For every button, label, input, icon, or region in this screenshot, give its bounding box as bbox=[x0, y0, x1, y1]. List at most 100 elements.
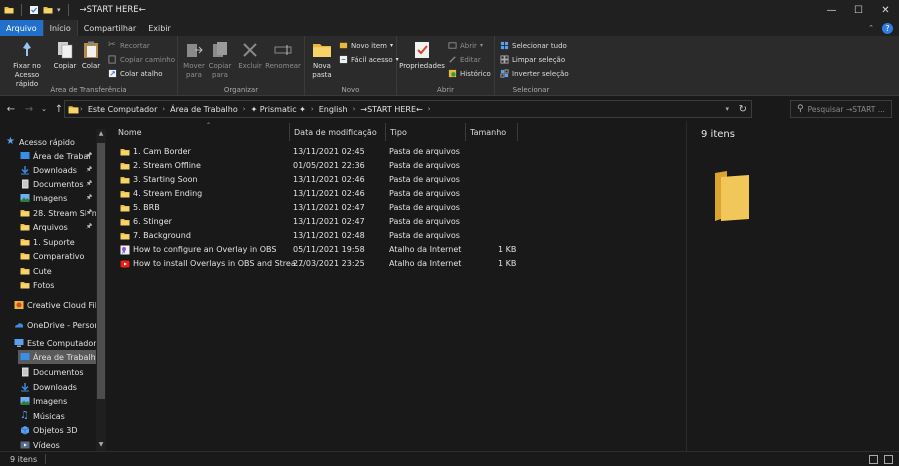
properties-icon[interactable] bbox=[29, 5, 39, 15]
sidebar-item-comparativo[interactable]: Comparativo bbox=[20, 249, 84, 263]
sidebar-item-arquivos[interactable]: Arquivos 🖈 bbox=[20, 220, 96, 234]
sidebar-item-documents-pinned[interactable]: Documentos 🖈 bbox=[20, 177, 96, 191]
table-row[interactable]: 6. Stinger 13/11/2021 02:47 Pasta de arq… bbox=[114, 215, 534, 229]
sidebar-item-videos[interactable]: Vídeos bbox=[20, 438, 60, 451]
file-name: 6. Stinger bbox=[133, 217, 172, 226]
invert-selection-button[interactable]: Inverter seleção bbox=[500, 69, 569, 78]
breadcrumb-start-here[interactable]: →START HERE← bbox=[356, 105, 426, 114]
sidebar-item-3d-objects[interactable]: Objetos 3D bbox=[20, 423, 78, 437]
folder-icon bbox=[4, 5, 14, 15]
file-type: Pasta de arquivos bbox=[389, 231, 460, 240]
recent-locations-button[interactable]: ⌄ bbox=[40, 102, 48, 116]
refresh-icon[interactable]: ↻ bbox=[739, 104, 747, 115]
breadcrumb-desktop[interactable]: Área de Trabalho bbox=[166, 105, 242, 114]
new-folder-icon[interactable] bbox=[43, 5, 53, 15]
desktop-icon bbox=[20, 152, 30, 159]
ribbon-controls: ⌃ ? bbox=[868, 20, 899, 36]
edit-button[interactable]: Editar bbox=[448, 55, 481, 64]
sidebar-item-music[interactable]: ♫ Músicas bbox=[20, 409, 65, 423]
open-label: Abrir bbox=[460, 41, 477, 50]
copy-path-button[interactable]: Copiar caminho bbox=[108, 55, 175, 64]
paste-button[interactable]: Colar bbox=[80, 40, 102, 71]
help-icon[interactable]: ? bbox=[882, 22, 893, 34]
properties-button[interactable]: Propriedades bbox=[399, 40, 445, 71]
sidebar-item-fotos[interactable]: Fotos bbox=[20, 278, 54, 292]
ribbon: Fixar no Acesso rápido Copiar Colar ✂ Re… bbox=[0, 36, 899, 96]
close-button[interactable]: ✕ bbox=[872, 0, 899, 20]
select-none-button[interactable]: Limpar seleção bbox=[500, 55, 565, 64]
tab-file[interactable]: Arquivo bbox=[0, 20, 43, 36]
open-button[interactable]: Abrir ▾ bbox=[448, 41, 483, 50]
sidebar-item-downloads[interactable]: Downloads bbox=[20, 380, 77, 394]
back-button[interactable]: ← bbox=[4, 102, 18, 116]
delete-button[interactable]: Excluir bbox=[238, 40, 262, 71]
sidebar-item-downloads-pinned[interactable]: Downloads 🖈 bbox=[20, 163, 96, 177]
chevron-down-icon[interactable]: ▾ bbox=[57, 6, 61, 14]
pin-icon: 🖈 bbox=[86, 178, 93, 187]
column-header-name[interactable]: ⌃ Nome bbox=[114, 122, 290, 141]
sidebar-item-cute[interactable]: Cute bbox=[20, 264, 52, 278]
easy-access-button[interactable]: Fácil acesso ▾ bbox=[339, 55, 399, 64]
address-bar[interactable]: › Este Computador › Área de Trabalho › ✦… bbox=[64, 100, 752, 118]
sidebar-item-desktop[interactable]: Área de Trabalho bbox=[18, 350, 101, 364]
folder-icon bbox=[120, 175, 130, 185]
sidebar-item-creative-cloud[interactable]: Creative Cloud Files bbox=[14, 298, 96, 312]
breadcrumb-prismatic[interactable]: ✦ Prismatic ✦ bbox=[247, 105, 310, 114]
move-to-button[interactable]: Mover para bbox=[182, 40, 206, 80]
copy-to-button[interactable]: Copiar para bbox=[208, 40, 232, 80]
tab-home[interactable]: Início bbox=[42, 20, 78, 36]
new-item-button[interactable]: Novo item ▾ bbox=[339, 41, 393, 50]
file-date: 13/11/2021 02:48 bbox=[293, 231, 365, 240]
details-view-icon[interactable] bbox=[869, 454, 878, 464]
search-input[interactable]: ⚲ Pesquisar →START ... bbox=[790, 100, 892, 118]
pin-to-quick-access-button[interactable]: Fixar no Acesso rápido bbox=[4, 40, 50, 89]
table-row[interactable]: 7. Background 13/11/2021 02:48 Pasta de … bbox=[114, 229, 534, 243]
sidebar-item-this-pc[interactable]: Este Computador bbox=[14, 336, 97, 350]
large-icons-view-icon[interactable] bbox=[884, 454, 893, 464]
table-row[interactable]: How to configure an Overlay in OBS 05/11… bbox=[114, 243, 534, 257]
sidebar-item-desktop-pinned[interactable]: Área de Trabal 🖈 bbox=[20, 149, 96, 163]
breadcrumb-this-pc[interactable]: Este Computador bbox=[84, 105, 162, 114]
sidebar-item-suporte[interactable]: 1. Suporte bbox=[20, 235, 75, 249]
move-to-icon bbox=[187, 44, 203, 57]
address-history-dropdown[interactable]: ▾ bbox=[725, 105, 729, 113]
sidebar-item-documents[interactable]: Documentos bbox=[20, 365, 84, 379]
tab-share[interactable]: Compartilhar bbox=[78, 20, 142, 36]
divider bbox=[21, 4, 22, 16]
scroll-down-arrow-icon[interactable]: ▼ bbox=[97, 441, 105, 448]
history-button[interactable]: Histórico bbox=[448, 69, 491, 78]
table-row[interactable]: 1. Cam Border 13/11/2021 02:45 Pasta de … bbox=[114, 145, 534, 159]
file-type: Pasta de arquivos bbox=[389, 203, 460, 212]
file-date: 13/11/2021 02:47 bbox=[293, 217, 365, 226]
breadcrumb-english[interactable]: English bbox=[315, 105, 352, 114]
chevron-up-icon[interactable]: ⌃ bbox=[868, 24, 874, 32]
table-row[interactable]: 2. Stream Offline 01/05/2021 22:36 Pasta… bbox=[114, 159, 534, 173]
scroll-up-arrow-icon[interactable]: ▲ bbox=[97, 130, 105, 137]
table-row[interactable]: How to install Overlays in OBS and Strea… bbox=[114, 257, 534, 271]
rename-button[interactable]: Renomear bbox=[265, 40, 301, 71]
paste-shortcut-button[interactable]: Colar atalho bbox=[108, 69, 163, 78]
sidebar-item-quick-access[interactable]: ★ Acesso rápido bbox=[6, 135, 75, 149]
file-type: Pasta de arquivos bbox=[389, 147, 460, 156]
select-all-button[interactable]: Selecionar tudo bbox=[500, 41, 567, 50]
history-label: Histórico bbox=[460, 69, 491, 78]
table-row[interactable]: 5. BRB 13/11/2021 02:47 Pasta de arquivo… bbox=[114, 201, 534, 215]
sidebar-item-stream-skin[interactable]: 28. Stream Skin 🖈 bbox=[20, 206, 96, 220]
cut-button[interactable]: ✂ Recortar bbox=[108, 41, 150, 50]
sidebar-item-pictures[interactable]: Imagens bbox=[20, 394, 67, 408]
forward-button[interactable]: → bbox=[22, 102, 36, 116]
tab-view[interactable]: Exibir bbox=[142, 20, 177, 36]
sidebar-scrollbar-thumb[interactable] bbox=[97, 143, 105, 399]
invert-selection-label: Inverter seleção bbox=[512, 69, 569, 78]
sidebar-item-pictures-pinned[interactable]: Imagens 🖈 bbox=[20, 191, 96, 205]
sidebar-item-onedrive[interactable]: OneDrive - Personal bbox=[14, 318, 96, 332]
column-header-size[interactable]: Tamanho bbox=[466, 123, 518, 141]
maximize-button[interactable]: ☐ bbox=[845, 0, 872, 20]
column-header-date[interactable]: Data de modificação bbox=[290, 123, 386, 141]
table-row[interactable]: 4. Stream Ending 13/11/2021 02:46 Pasta … bbox=[114, 187, 534, 201]
column-header-type[interactable]: Tipo bbox=[386, 123, 466, 141]
new-folder-button[interactable]: Nova pasta bbox=[309, 40, 335, 80]
copy-button[interactable]: Copiar bbox=[54, 40, 76, 71]
table-row[interactable]: 3. Starting Soon 13/11/2021 02:46 Pasta … bbox=[114, 173, 534, 187]
minimize-button[interactable]: — bbox=[818, 0, 845, 20]
